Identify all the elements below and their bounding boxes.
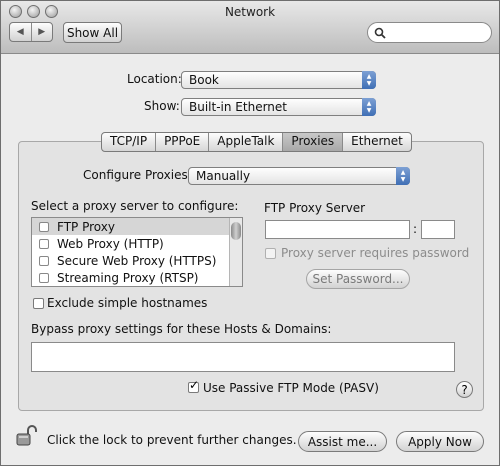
- proxy-item-label: Secure Web Proxy (HTTPS): [57, 253, 217, 268]
- title-bar: Network ◀ ▶ Show All: [1, 1, 499, 54]
- updown-arrows-icon: ▲ ▼: [362, 71, 376, 89]
- show-label: Show:: [144, 99, 180, 113]
- port-separator: :: [413, 222, 418, 236]
- proxy-item-rtsp[interactable]: Streaming Proxy (RTSP): [32, 269, 242, 286]
- window-title: Network: [224, 5, 276, 19]
- proxy-list[interactable]: FTP Proxy Web Proxy (HTTP) Secure Web Pr…: [31, 217, 243, 287]
- tab-tcpip[interactable]: TCP/IP: [102, 133, 157, 151]
- updown-arrows-icon: ▲ ▼: [362, 98, 376, 116]
- forward-icon[interactable]: ▶: [32, 23, 53, 41]
- location-popup[interactable]: Book ▲ ▼: [181, 71, 376, 89]
- password-required-checkbox[interactable]: [265, 248, 276, 259]
- passive-ftp-checkbox[interactable]: [188, 378, 199, 393]
- set-password-button[interactable]: Set Password...: [306, 269, 410, 289]
- help-button[interactable]: ?: [456, 381, 473, 398]
- passive-ftp-label: Use Passive FTP Mode (PASV): [203, 381, 379, 395]
- proxy-checkbox[interactable]: [39, 238, 49, 249]
- proxy-item-ftp[interactable]: FTP Proxy: [32, 218, 242, 235]
- exclude-simple-hostnames-label: Exclude simple hostnames: [47, 296, 208, 310]
- search-field[interactable]: [367, 22, 492, 43]
- show-all-button[interactable]: Show All: [63, 22, 122, 43]
- bypass-hosts-field[interactable]: [31, 342, 455, 372]
- configure-proxies-label: Configure Proxies:: [83, 168, 192, 182]
- back-icon[interactable]: ◀: [10, 23, 32, 41]
- proxy-checkbox[interactable]: [39, 272, 49, 283]
- bypass-label: Bypass proxy settings for these Hosts & …: [31, 322, 332, 336]
- show-popup[interactable]: Built-in Ethernet ▲ ▼: [181, 98, 376, 116]
- exclude-simple-hostnames-checkbox[interactable]: [33, 298, 44, 309]
- lock-message: Click the lock to prevent further change…: [47, 433, 297, 447]
- assist-me-button[interactable]: Assist me...: [298, 431, 387, 452]
- tab-proxies[interactable]: Proxies: [283, 133, 344, 151]
- scroll-thumb[interactable]: [231, 222, 241, 240]
- tab-ethernet[interactable]: Ethernet: [343, 133, 411, 151]
- location-value: Book: [189, 73, 219, 87]
- updown-arrows-icon: ▲ ▼: [396, 167, 410, 185]
- ftp-proxy-server-label: FTP Proxy Server: [264, 201, 366, 215]
- proxy-checkbox[interactable]: [39, 221, 49, 232]
- configure-proxies-popup[interactable]: Manually ▲ ▼: [188, 167, 410, 185]
- proxy-host-field[interactable]: [265, 220, 410, 239]
- network-window: Network ◀ ▶ Show All Location: Book ▲ ▼ S…: [0, 0, 500, 466]
- proxy-list-scrollbar[interactable]: [229, 218, 242, 286]
- proxy-port-field[interactable]: [421, 220, 455, 239]
- tab-bar: TCP/IP PPPoE AppleTalk Proxies Ethernet: [101, 132, 412, 152]
- location-label: Location:: [127, 72, 182, 86]
- proxy-list-label: Select a proxy server to configure:: [31, 199, 239, 213]
- back-forward-control: ◀ ▶: [9, 22, 53, 42]
- proxy-item-https[interactable]: Secure Web Proxy (HTTPS): [32, 252, 242, 269]
- show-value: Built-in Ethernet: [189, 100, 287, 114]
- search-icon: [374, 27, 386, 39]
- proxy-checkbox[interactable]: [39, 255, 49, 266]
- lock-icon[interactable]: [15, 425, 37, 447]
- proxy-item-label: Web Proxy (HTTP): [57, 236, 164, 251]
- password-required-label: Proxy server requires password: [281, 246, 470, 260]
- configure-proxies-value: Manually: [196, 169, 251, 183]
- proxy-item-label: Streaming Proxy (RTSP): [57, 270, 199, 285]
- proxy-item-http[interactable]: Web Proxy (HTTP): [32, 235, 242, 252]
- proxy-item-label: FTP Proxy: [57, 219, 115, 234]
- apply-now-button[interactable]: Apply Now: [396, 431, 484, 452]
- tab-appletalk[interactable]: AppleTalk: [209, 133, 284, 151]
- tab-pppoe[interactable]: PPPoE: [156, 133, 210, 151]
